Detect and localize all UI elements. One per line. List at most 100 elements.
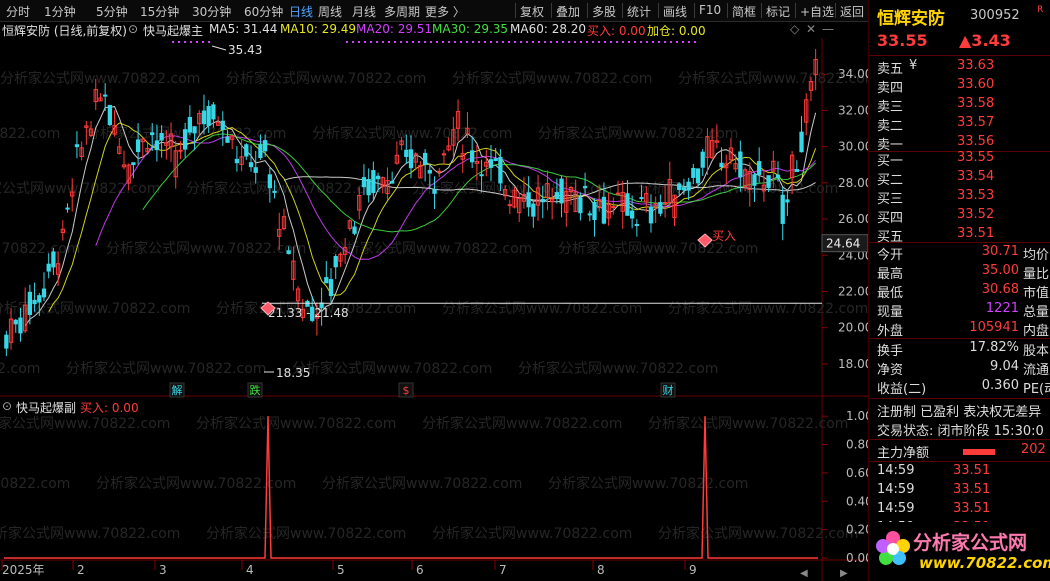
candle-body	[234, 158, 240, 164]
currency-icon: ¥	[909, 58, 918, 73]
close-icon[interactable]: ✕	[806, 22, 816, 36]
buy-level-label: 买四	[877, 211, 904, 226]
candle-body	[18, 317, 23, 334]
candle-body	[404, 149, 409, 158]
toolbar-button-2[interactable]: 多股	[592, 3, 616, 20]
ma10-value: MA10: 29.49	[280, 22, 357, 36]
toolbar-separator	[694, 3, 695, 18]
stat-label: 外盘	[877, 324, 904, 339]
watermark-text: 分析家公式网www.70822.com	[422, 415, 622, 432]
buy-level-price: 33.54	[957, 169, 995, 184]
candle-body	[65, 207, 70, 210]
watermark-text: 分析家公式网www.70822.com	[0, 475, 70, 492]
quote-panel: 恒辉安防 300952 R 33.55 ▲3.43 卖五 ¥33.63 卖四 33.60 卖三 33…	[868, 0, 1050, 581]
buy-level-price: 33.51	[957, 226, 995, 241]
candle-body	[526, 192, 531, 208]
net-label: 主力净额	[877, 446, 930, 461]
candle-body	[225, 136, 230, 143]
tab-3[interactable]: 15分钟	[140, 3, 179, 20]
main-indicator-name[interactable]: 快马起爆主	[143, 22, 203, 39]
candle-body	[131, 162, 136, 166]
x-axis-label: 2	[77, 563, 85, 577]
y-tick-label: 28.00	[838, 176, 868, 190]
tab-1[interactable]: 1分钟	[44, 3, 76, 20]
toolbar-button-5[interactable]: F10	[699, 3, 721, 17]
tick-price: 33.51	[953, 501, 991, 516]
logo-text: 分析家公式网	[913, 532, 1028, 554]
event-marker-label: 解	[172, 383, 183, 397]
candle-body	[639, 197, 644, 200]
candle-body	[507, 204, 512, 207]
candle-body	[371, 170, 376, 194]
candle-body	[192, 126, 197, 134]
stat2-value: 0.360	[981, 378, 1019, 393]
toolbar-button-8[interactable]: +自选	[800, 3, 834, 20]
tab-2[interactable]: 5分钟	[96, 3, 128, 20]
candle-body	[248, 162, 254, 168]
toolbar-button-4[interactable]: 画线	[663, 3, 687, 20]
candle-body	[135, 139, 141, 153]
tab-4[interactable]: 30分钟	[192, 3, 231, 20]
candle-body	[159, 132, 164, 141]
minimize-icon[interactable]: —	[822, 22, 834, 36]
candle-body	[211, 104, 216, 120]
event-marker-label: 跌	[250, 383, 261, 397]
jiacang-value: 加仓: 0.00	[647, 24, 706, 38]
toolbar-button-0[interactable]: 复权	[520, 3, 544, 20]
candle-body	[352, 226, 357, 234]
candle-body	[752, 174, 757, 186]
tab-10[interactable]: 更多 〉	[425, 3, 465, 20]
toolbar-button-3[interactable]: 统计	[627, 3, 651, 20]
candle-body	[32, 299, 37, 305]
tab-0[interactable]: 分时	[6, 3, 30, 20]
watermark-text: 分析家公式网www.70822.com	[0, 525, 180, 542]
sell-level-label: 卖三	[877, 100, 904, 115]
x-axis-label: 2025年	[2, 563, 45, 577]
candle-body	[427, 169, 432, 174]
sub-y-tick-label: 0.20	[846, 523, 868, 537]
candle-body	[150, 132, 155, 136]
tab-8[interactable]: 月线	[352, 3, 376, 20]
sell-level-label: 卖五	[877, 62, 904, 77]
candle-body	[51, 251, 56, 268]
tab-7[interactable]: 周线	[318, 3, 342, 20]
toolbar-button-1[interactable]: 叠加	[556, 3, 580, 20]
chart-title: 恒辉安防 (日线,前复权)	[2, 24, 127, 38]
panel-divider	[869, 439, 1050, 440]
tab-5[interactable]: 60分钟	[244, 3, 283, 20]
stock-code: 300952	[970, 8, 1020, 23]
tab-9[interactable]: 多周期	[384, 3, 420, 20]
event-marker-label: $	[403, 384, 410, 397]
ma10-line	[48, 122, 817, 312]
sub-y-tick-label: 0.80	[846, 438, 868, 452]
stat-label-right: 总量	[1023, 305, 1050, 320]
candle-body	[103, 94, 108, 97]
candle-body	[258, 144, 263, 159]
watermark-text: 分析家公式网www.70822.com	[0, 180, 160, 197]
diamond-icon[interactable]: ◇	[790, 22, 799, 36]
x-axis-label: 9	[689, 563, 697, 577]
toolbar-button-6[interactable]: 简框	[732, 3, 756, 20]
toolbar-separator	[835, 3, 836, 18]
buy-signal-label: 买入	[712, 229, 736, 243]
toolbar-button-9[interactable]: 返回	[840, 3, 864, 20]
candle-body	[799, 131, 804, 153]
tab-6[interactable]: 日线	[289, 3, 313, 20]
candle-body	[324, 277, 329, 284]
x-axis-label: 8	[597, 563, 605, 577]
candle-body	[592, 201, 597, 220]
stat-value: 1221	[985, 301, 1019, 316]
low-price-label: 18.35	[276, 366, 310, 380]
y-tick-label: 20.00	[838, 321, 868, 335]
candle-body	[253, 167, 258, 173]
ma20-value: MA20: 29.51	[356, 22, 433, 36]
indicator-dropdown-icon[interactable]: ⊙	[128, 22, 138, 36]
candle-body	[554, 192, 560, 200]
tick-price: 33.51	[953, 463, 991, 478]
toolbar-button-7[interactable]: 标记	[766, 3, 790, 20]
stock-name: 恒辉安防	[877, 9, 945, 29]
stat2-label-right: 股本	[1023, 344, 1050, 359]
kline-chart[interactable]: 分析家公式网www.70822.com 分析家公式网www.70822.com 分析…	[0, 38, 868, 581]
candle-body	[74, 144, 80, 148]
candle-body	[262, 140, 268, 152]
